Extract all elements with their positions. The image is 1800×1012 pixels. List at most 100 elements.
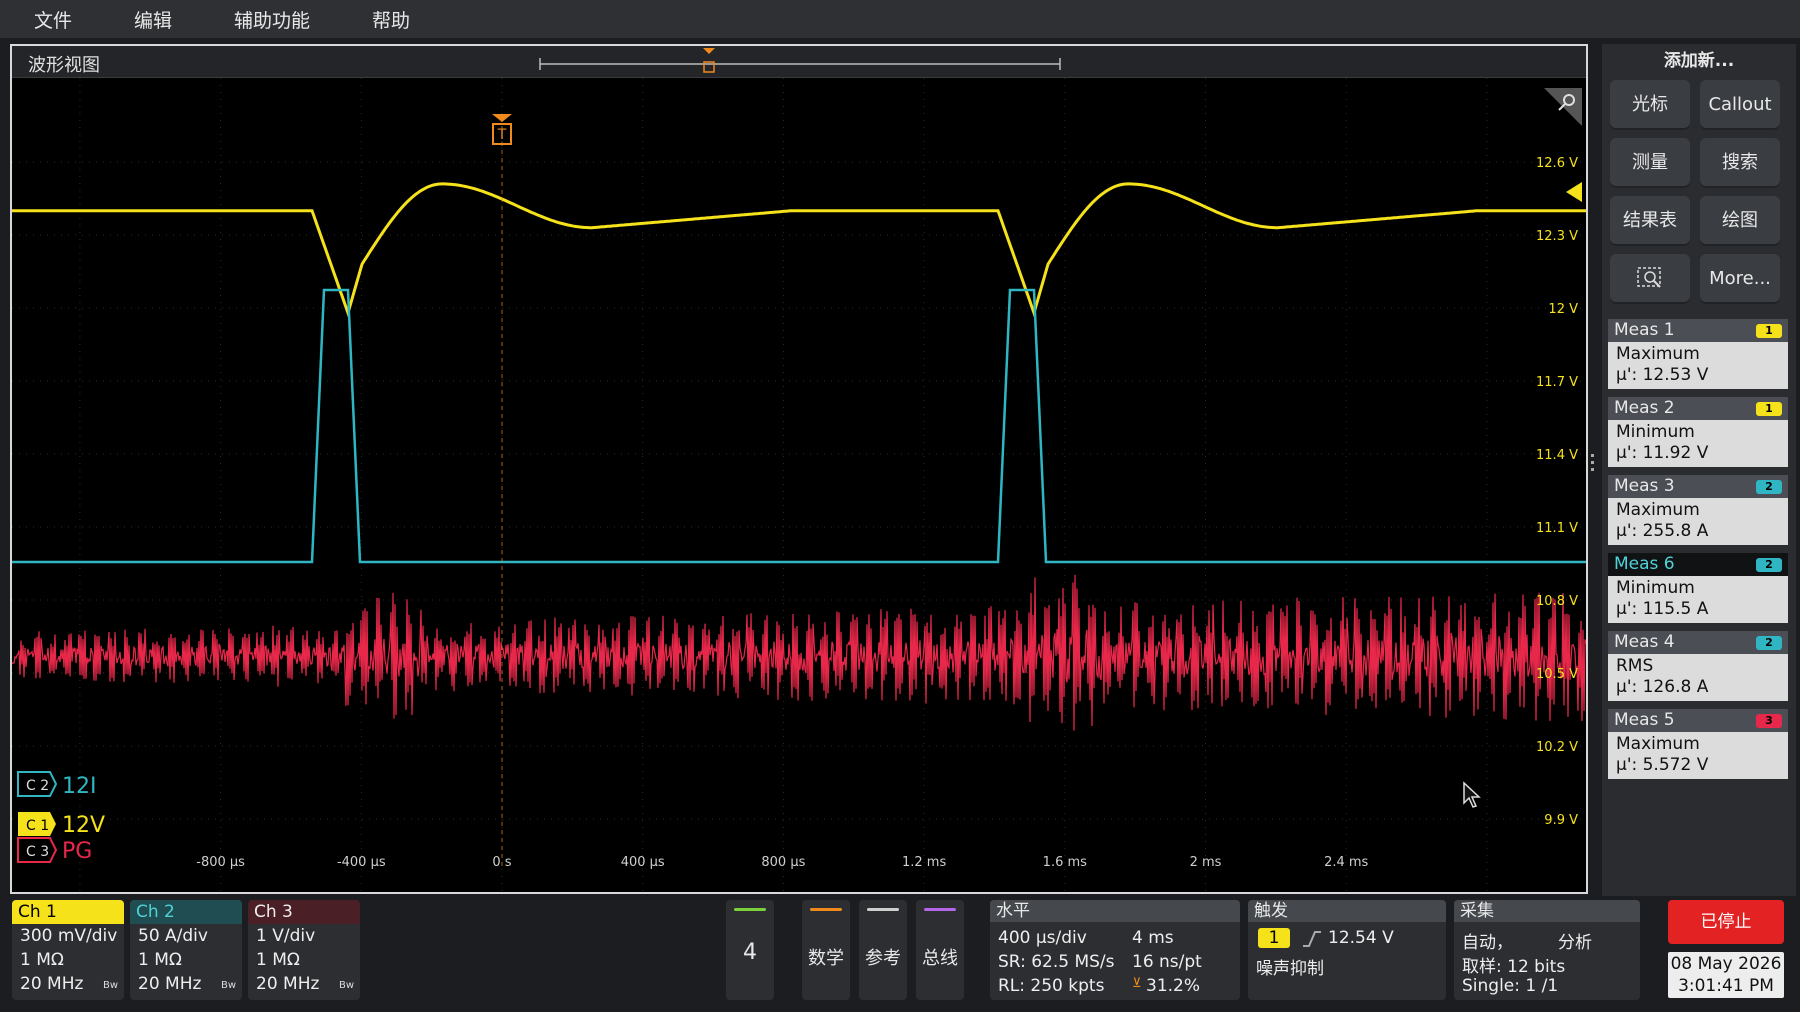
channel-label-ch2[interactable]: C 2 12I xyxy=(17,771,96,799)
add-channel-4-button[interactable]: 4 xyxy=(726,900,774,1000)
ch3-label: Ch 3 xyxy=(248,900,360,924)
ch1-bandwidth: 20 MHz xyxy=(20,974,84,994)
meas-badge-meas5[interactable]: Meas 5 3 Maximum µ': 5.572 V xyxy=(1608,709,1788,779)
cursor-button[interactable]: 光标 xyxy=(1610,80,1690,130)
svg-text:12V: 12V xyxy=(62,813,105,838)
ch2-bandwidth: 20 MHz xyxy=(138,974,202,994)
ch3-impedance: 1 MΩ xyxy=(256,950,300,970)
meas-source-badge: 3 xyxy=(1756,714,1782,728)
ch1-badge[interactable]: Ch 1 300 mV/div 1 MΩ 20 MHz Bw xyxy=(12,900,124,1000)
bus-button[interactable]: 总线 xyxy=(916,900,964,1000)
panel-resize-handle[interactable] xyxy=(1591,454,1595,476)
meas-badge-meas1[interactable]: Meas 1 1 Maximum µ': 12.53 V xyxy=(1608,319,1788,389)
search-button[interactable]: 搜索 xyxy=(1700,138,1780,188)
ch2-scale: 50 A/div xyxy=(138,926,208,946)
channel-label-ch1[interactable]: C 1 12V xyxy=(18,812,105,838)
ch2-badge[interactable]: Ch 2 50 A/div 1 MΩ 20 MHz Bw xyxy=(130,900,242,1000)
zoom-region-button[interactable] xyxy=(1610,254,1690,304)
x-tick-label: 1.2 ms xyxy=(902,855,946,870)
acquisition-panel[interactable]: 采集 自动， 分析 取样: 12 bits Single: 1 /1 xyxy=(1454,900,1640,1000)
menu-file[interactable]: 文件 xyxy=(0,6,100,33)
ch1-bandwidth-row: 20 MHz Bw xyxy=(12,972,124,996)
waveform-plot[interactable]: 12.6 V 12.3 V 12 V 11.7 V 11.4 V 11.1 V 10.8 V… xyxy=(12,78,1586,892)
meas-body: Maximum µ': 255.8 A xyxy=(1608,498,1788,545)
waveform-view[interactable]: 波形视图 12.6 V 12.3 V 12 V 11.7 V 11.4 V 11.1 V1… xyxy=(10,44,1588,894)
horizontal-title: 水平 xyxy=(990,900,1240,922)
meas-name: Meas 32 xyxy=(1608,475,1788,498)
record-overview[interactable] xyxy=(12,46,1586,78)
svg-text:C 1: C 1 xyxy=(26,818,49,834)
x-tick-label: 2 ms xyxy=(1190,855,1222,870)
waveform-view-header: 波形视图 xyxy=(12,46,1586,78)
results-table-button[interactable]: 结果表 xyxy=(1610,196,1690,246)
trigger-position-marker[interactable]: T xyxy=(492,114,512,145)
horizontal-panel[interactable]: 水平 400 µs/div 4 ms SR: 62.5 MS/s 16 ns/p… xyxy=(990,900,1240,1000)
horizontal-position: 31.2% xyxy=(1146,976,1201,996)
meas-badge-meas2[interactable]: Meas 2 1 Minimum µ': 11.92 V xyxy=(1608,397,1788,467)
ch3-trace-pg xyxy=(12,574,1586,731)
meas-body: Minimum µ': 11.92 V xyxy=(1608,420,1788,467)
x-tick-label: 800 µs xyxy=(761,855,805,870)
svg-text:T: T xyxy=(497,127,507,143)
y-tick-label: 9.9 V xyxy=(1544,813,1578,828)
ch3-bandwidth-row: 20 MHz Bw xyxy=(248,972,360,996)
meas-type: Maximum xyxy=(1616,344,1700,364)
zoom-corner-icon[interactable] xyxy=(1544,88,1582,126)
meas-type: Maximum xyxy=(1616,500,1700,520)
meas-source-badge: 2 xyxy=(1756,636,1782,650)
y-tick-label: 11.4 V xyxy=(1536,448,1578,463)
meas-name: Meas 53 xyxy=(1608,709,1788,732)
acquisition-title: 采集 xyxy=(1454,900,1640,922)
y-tick-label: 12.6 V xyxy=(1536,156,1578,171)
mouse-cursor-icon xyxy=(1463,781,1481,808)
callout-button[interactable]: Callout xyxy=(1700,80,1780,130)
meas-type: Maximum xyxy=(1616,734,1700,754)
channel-label-ch3[interactable]: C 3 PG xyxy=(17,837,92,864)
acquisition-mode: 自动， xyxy=(1462,933,1513,953)
menu-bar: 文件 编辑 辅助功能 帮助 xyxy=(0,0,1800,38)
x-tick-label: 1.6 ms xyxy=(1043,855,1087,870)
acquisition-single: Single: 1 /1 xyxy=(1462,976,1559,996)
ch2-bandwidth-row: 20 MHz Bw xyxy=(130,972,242,996)
zoom-region-icon xyxy=(1637,267,1661,288)
measure-button[interactable]: 测量 xyxy=(1610,138,1690,188)
horizontal-scale: 400 µs/div xyxy=(998,928,1087,948)
date-time: 08 May 2026 3:01:41 PM xyxy=(1668,952,1784,998)
add-new-header: 添加新... xyxy=(1663,51,1735,71)
meas-badge-meas3[interactable]: Meas 3 2 Maximum µ': 255.8 A xyxy=(1608,475,1788,545)
acquisition-analysis: 分析 xyxy=(1558,933,1592,953)
math-button[interactable]: 数学 xyxy=(802,900,850,1000)
plot-button[interactable]: 绘图 xyxy=(1700,196,1780,246)
meas-type: Minimum xyxy=(1616,422,1695,442)
ch2-trace-12i xyxy=(12,288,1586,564)
menu-edit[interactable]: 编辑 xyxy=(100,6,200,33)
svg-text:12I: 12I xyxy=(62,774,96,799)
overview-trigger-marker xyxy=(703,48,715,54)
meas-value: µ': 115.5 A xyxy=(1616,599,1709,619)
ch3-badge[interactable]: Ch 3 1 V/div 1 MΩ 20 MHz Bw xyxy=(248,900,360,1000)
trigger-level-marker[interactable] xyxy=(1566,182,1582,202)
run-stop-button[interactable]: 已停止 xyxy=(1668,900,1784,944)
svg-text:C 2: C 2 xyxy=(26,778,49,794)
svg-text:PG: PG xyxy=(62,839,92,864)
meas-name: Meas 11 xyxy=(1608,319,1788,342)
reference-button[interactable]: 参考 xyxy=(859,900,907,1000)
trigger-level: 12.54 V xyxy=(1328,928,1394,948)
noise-reject: 噪声抑制 xyxy=(1256,959,1324,979)
meas-badge-meas6[interactable]: Meas 6 2 Minimum µ': 115.5 A xyxy=(1608,553,1788,623)
trigger-source-badge: 1 xyxy=(1258,928,1290,948)
menu-help[interactable]: 帮助 xyxy=(338,6,438,33)
more-button[interactable]: More... xyxy=(1700,254,1780,304)
y-tick-label: 10.8 V xyxy=(1536,594,1578,609)
ch3-scale: 1 V/div xyxy=(256,926,316,946)
meas-badge-meas4[interactable]: Meas 4 2 RMS µ': 126.8 A xyxy=(1608,631,1788,701)
y-tick-label: 10.5 V xyxy=(1536,667,1578,682)
trigger-panel[interactable]: 触发 1 12.54 V 噪声抑制 xyxy=(1248,900,1446,1000)
bottom-bar: Ch 1 300 mV/div 1 MΩ 20 MHz Bw Ch 2 50 A/… xyxy=(0,896,1800,1012)
meas-body: Maximum µ': 12.53 V xyxy=(1608,342,1788,389)
menu-accessibility[interactable]: 辅助功能 xyxy=(200,6,338,33)
ch2-impedance: 1 MΩ xyxy=(138,950,182,970)
ch1-scale: 300 mV/div xyxy=(20,926,118,946)
meas-value: µ': 12.53 V xyxy=(1616,365,1709,385)
meas-value: µ': 126.8 A xyxy=(1616,677,1709,697)
